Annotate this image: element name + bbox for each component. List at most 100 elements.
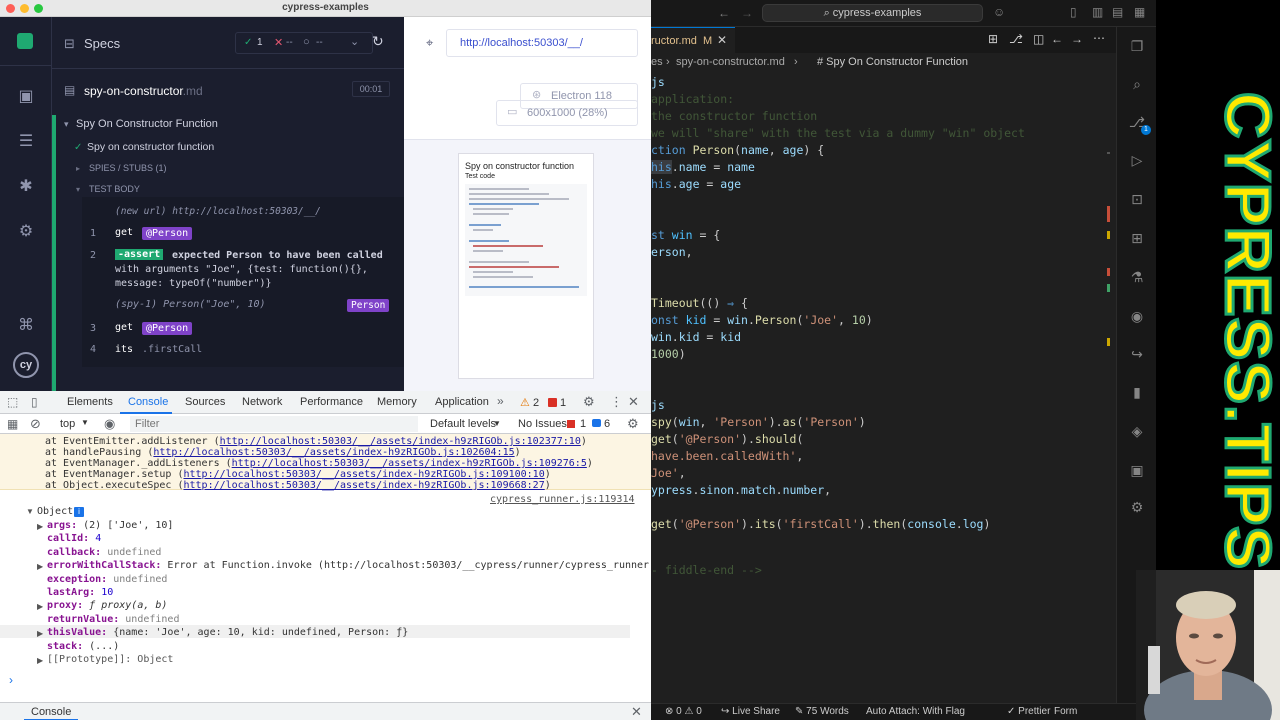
stack-key[interactable]: stack: bbox=[47, 641, 83, 652]
spy-line[interactable]: (spy-1) Person("Joe", 10) bbox=[115, 299, 266, 310]
issue-info-icon[interactable] bbox=[592, 419, 601, 427]
tab-elements[interactable]: Elements bbox=[67, 396, 113, 408]
args-key[interactable]: args: bbox=[47, 520, 77, 531]
command-center-search[interactable]: ⌕ cypress-examples bbox=[762, 4, 983, 22]
nav-forward-icon[interactable]: → bbox=[741, 6, 753, 20]
suite-chevron-icon[interactable]: ▾ bbox=[64, 119, 69, 130]
info-icon[interactable]: i bbox=[74, 507, 84, 517]
console-prompt-icon[interactable]: › bbox=[9, 673, 13, 687]
open-changes-icon[interactable]: ⎇ bbox=[1009, 32, 1023, 46]
drawer-close-icon[interactable]: ✕ bbox=[631, 704, 642, 720]
thisvalue-key[interactable]: thisValue: bbox=[47, 627, 107, 638]
prototype-expand-icon[interactable]: ▶ bbox=[37, 656, 43, 665]
suite-title[interactable]: Spy On Constructor Function bbox=[76, 118, 218, 130]
tab-console[interactable]: Console bbox=[128, 396, 168, 408]
test-body-chevron-icon[interactable]: ▾ bbox=[76, 185, 80, 194]
spies-label[interactable]: SPIES / STUBS (1) bbox=[89, 163, 167, 173]
specs-list-icon[interactable]: ▣ bbox=[16, 87, 36, 107]
cmd-1-name[interactable]: get bbox=[115, 227, 133, 238]
testing-flask-icon[interactable]: ⚗ bbox=[1128, 268, 1146, 286]
tab-memory[interactable]: Memory bbox=[377, 396, 417, 408]
spies-chevron-icon[interactable]: ▸ bbox=[76, 164, 80, 173]
no-issues-label[interactable]: No Issues bbox=[518, 418, 567, 430]
stack-link[interactable]: http://localhost:50303/__/assets/index-h… bbox=[183, 480, 544, 491]
copilot-icon[interactable]: ☺ bbox=[993, 5, 1005, 19]
chevron-down-icon[interactable]: ⌄ bbox=[350, 35, 359, 48]
code-editor[interactable]: js application: the constructor function… bbox=[651, 73, 1116, 703]
bookmarks-icon[interactable]: ▮ bbox=[1128, 383, 1146, 401]
warning-count[interactable]: 2 bbox=[533, 397, 539, 409]
issue-error-count[interactable]: 1 bbox=[580, 418, 586, 430]
keyboard-shortcuts-icon[interactable]: ⌘ bbox=[16, 316, 36, 336]
prototype-line[interactable]: [[Prototype]]: Object bbox=[47, 654, 173, 665]
console-settings-gear-icon[interactable]: ⚙ bbox=[627, 416, 639, 432]
stack-link[interactable]: http://localhost:50303/__/assets/index-h… bbox=[153, 447, 514, 458]
status-live-share[interactable]: ↪ Live Share bbox=[721, 706, 780, 717]
go-forward-icon[interactable]: → bbox=[1071, 32, 1083, 46]
test-body-label[interactable]: TEST BODY bbox=[89, 184, 140, 194]
settings-gear-icon[interactable]: ⚙ bbox=[16, 222, 36, 242]
project-icon[interactable] bbox=[17, 33, 33, 49]
rerun-icon[interactable]: ↻ bbox=[372, 33, 384, 50]
stack-link[interactable]: http://localhost:50303/__/assets/index-h… bbox=[232, 458, 587, 469]
cmd-3-name[interactable]: get bbox=[115, 322, 133, 333]
cmd-4-name[interactable]: its bbox=[115, 344, 133, 355]
thisvalue-expand-icon[interactable]: ▶ bbox=[37, 629, 43, 638]
cmd-4-arg[interactable]: .firstCall bbox=[142, 344, 202, 355]
layout-secondary-icon[interactable]: ▦ bbox=[1134, 5, 1145, 19]
breadcrumb-file[interactable]: spy-on-constructor.md bbox=[676, 56, 785, 68]
issue-info-count[interactable]: 6 bbox=[604, 418, 610, 430]
status-prettier[interactable]: ✓ Prettier bbox=[1007, 706, 1050, 717]
open-preview-icon[interactable]: ⊞ bbox=[988, 32, 998, 46]
cmd-2-assert[interactable]: -assert bbox=[115, 249, 164, 260]
proxy-key[interactable]: proxy: bbox=[47, 600, 83, 611]
status-format[interactable]: Form bbox=[1054, 706, 1077, 717]
context-dropdown-icon[interactable]: ▼ bbox=[81, 418, 89, 427]
breadcrumb-symbol[interactable]: # Spy On Constructor Function bbox=[817, 56, 968, 68]
layout-sidebar-icon[interactable]: ▥ bbox=[1092, 5, 1103, 19]
ews-expand-icon[interactable]: ▶ bbox=[37, 562, 43, 571]
breadcrumb-folder[interactable]: es bbox=[651, 56, 663, 68]
test-title[interactable]: Spy on constructor function bbox=[87, 141, 214, 153]
live-share-icon[interactable]: ↪ bbox=[1128, 345, 1146, 363]
drawer-console-tab[interactable]: Console bbox=[31, 706, 71, 718]
editor-tab-active[interactable]: ructor.md M ✕ bbox=[651, 27, 735, 53]
tab-sources[interactable]: Sources bbox=[185, 396, 225, 408]
search-icon[interactable]: ⌕ bbox=[1128, 75, 1146, 93]
more-actions-icon[interactable]: ⋯ bbox=[1093, 31, 1105, 45]
url-field[interactable]: http://localhost:50303/__/ bbox=[446, 29, 638, 57]
tab-network[interactable]: Network bbox=[242, 396, 282, 408]
stack-link[interactable]: http://localhost:50303/__/assets/index-h… bbox=[220, 436, 581, 447]
selector-playground-icon[interactable]: ⌖ bbox=[426, 35, 433, 51]
layout-panel-left-icon[interactable]: ▯ bbox=[1070, 5, 1077, 19]
stack-link[interactable]: http://localhost:50303/__/assets/index-h… bbox=[183, 469, 544, 480]
specs-label[interactable]: Specs bbox=[84, 36, 120, 51]
devtools-settings-gear-icon[interactable]: ⚙ bbox=[583, 394, 595, 410]
docker-icon[interactable]: ▣ bbox=[1128, 461, 1146, 479]
error-count[interactable]: 1 bbox=[560, 397, 566, 409]
console-sidebar-icon[interactable]: ▦ bbox=[7, 417, 18, 431]
object-label[interactable]: Object bbox=[37, 506, 73, 517]
more-tabs-icon[interactable]: » bbox=[497, 394, 504, 408]
levels-dropdown-icon[interactable]: ▼ bbox=[493, 419, 501, 428]
devtools-close-icon[interactable]: ✕ bbox=[628, 394, 639, 410]
specs-sidebar-toggle-icon[interactable]: ⊟ bbox=[64, 36, 75, 52]
warning-icon[interactable]: ⚠ bbox=[520, 396, 530, 409]
go-back-icon[interactable]: ← bbox=[1051, 32, 1063, 46]
remote-explorer-icon[interactable]: ⊡ bbox=[1128, 190, 1146, 208]
stack-value[interactable]: (...) bbox=[89, 641, 119, 652]
extensions-icon[interactable]: ⊞ bbox=[1128, 229, 1146, 247]
proxy-expand-icon[interactable]: ▶ bbox=[37, 602, 43, 611]
cmd-3-alias[interactable]: @Person bbox=[142, 322, 193, 335]
issue-error-icon[interactable] bbox=[567, 420, 575, 428]
console-filter-input[interactable] bbox=[130, 416, 418, 432]
runs-icon[interactable]: ☰ bbox=[16, 132, 36, 152]
status-words[interactable]: ✎ 75 Words bbox=[795, 706, 849, 717]
status-auto-attach[interactable]: Auto Attach: With Flag bbox=[866, 706, 965, 717]
github-icon[interactable]: ◉ bbox=[1128, 307, 1146, 325]
log-levels-select[interactable]: Default levels bbox=[430, 418, 496, 430]
explorer-icon[interactable]: ❐ bbox=[1128, 37, 1146, 55]
live-expression-eye-icon[interactable]: ◉ bbox=[104, 416, 115, 432]
timeline-icon[interactable]: ◈ bbox=[1128, 422, 1146, 440]
devtools-menu-icon[interactable]: ⋮ bbox=[610, 394, 623, 410]
